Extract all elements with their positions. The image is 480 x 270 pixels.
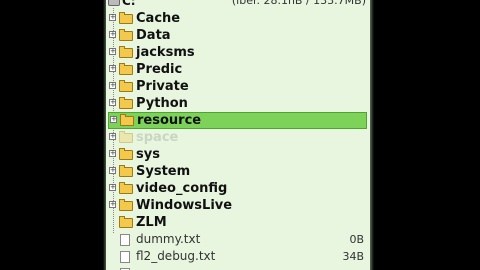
folder-icon [119, 12, 133, 24]
file-row-dummy[interactable]: dummy.txt 0B [106, 231, 370, 248]
expand-icon[interactable]: + [109, 184, 116, 191]
file-name: fl2_debug.txt [136, 249, 216, 263]
folder-name: Predic [136, 62, 183, 77]
drive-icon [108, 0, 120, 6]
folder-row-space[interactable]: + space [106, 129, 370, 146]
file-size: 34B [342, 250, 364, 263]
expand-icon[interactable]: + [109, 82, 116, 89]
expand-icon[interactable]: + [109, 201, 116, 208]
folder-icon [119, 46, 133, 58]
folder-icon [119, 80, 133, 92]
folder-icon [119, 131, 133, 143]
folder-row-jacksms[interactable]: + jacksms [106, 44, 370, 61]
folder-row-system[interactable]: + System [106, 163, 370, 180]
file-size: 0B [349, 233, 364, 246]
folder-icon [119, 148, 133, 160]
free-space-info: (iber. 28.1nB / 133.7MB) [231, 0, 366, 7]
folder-name: video_config [136, 181, 228, 196]
folder-row-data[interactable]: + Data [106, 27, 370, 44]
expand-icon[interactable]: + [109, 65, 116, 72]
folder-row-private[interactable]: + Private [106, 78, 370, 95]
folder-icon [119, 97, 133, 109]
file-row-partial[interactable] [106, 265, 370, 270]
file-icon [120, 234, 130, 246]
folder-icon [120, 114, 134, 126]
folder-name: resource [137, 113, 202, 128]
expand-icon[interactable]: + [110, 116, 117, 123]
folder-row-windowslive[interactable]: + WindowsLive [106, 197, 370, 214]
folder-row-predic[interactable]: + Predic [106, 61, 370, 78]
file-icon [120, 251, 130, 263]
expand-icon[interactable]: + [109, 99, 116, 106]
folder-row-zlm[interactable]: ZLM [106, 214, 370, 231]
folder-name: Python [136, 96, 188, 111]
folder-icon [119, 63, 133, 75]
folder-row-sys[interactable]: + sys [106, 146, 370, 163]
file-browser-screen: C: (iber. 28.1nB / 133.7MB) + Cache + Da… [106, 0, 370, 270]
folder-name: ZLM [136, 215, 167, 230]
folder-icon [119, 29, 133, 41]
folder-row-video-config[interactable]: + video_config [106, 180, 370, 197]
folder-row-cache[interactable]: + Cache [106, 10, 370, 27]
file-row-fl2-debug[interactable]: fl2_debug.txt 34B [106, 248, 370, 265]
folder-icon [119, 182, 133, 194]
folder-name: sys [136, 147, 160, 162]
folder-name: System [136, 164, 191, 179]
folder-name: jacksms [136, 45, 195, 60]
folder-row-python[interactable]: + Python [106, 95, 370, 112]
expand-icon[interactable]: + [109, 48, 116, 55]
drive-header[interactable]: C: (iber. 28.1nB / 133.7MB) [106, 0, 370, 8]
folder-icon [119, 165, 133, 177]
expand-icon[interactable]: + [109, 150, 116, 157]
folder-name: Cache [136, 11, 181, 26]
file-name: dummy.txt [136, 232, 201, 246]
folder-name: space [136, 130, 179, 145]
folder-row-resource-selected[interactable]: + resource [108, 112, 367, 129]
folder-name: Private [136, 79, 189, 94]
expand-icon[interactable]: + [109, 167, 116, 174]
folder-name: Data [136, 28, 171, 43]
folder-icon [119, 199, 133, 211]
expand-icon[interactable]: + [109, 31, 116, 38]
folder-icon [119, 216, 133, 228]
folder-name: WindowsLive [136, 198, 233, 213]
expand-icon[interactable]: + [109, 14, 116, 21]
drive-label: C: [122, 0, 136, 8]
expand-icon[interactable]: + [109, 133, 116, 140]
screen-edge-right [370, 0, 374, 270]
